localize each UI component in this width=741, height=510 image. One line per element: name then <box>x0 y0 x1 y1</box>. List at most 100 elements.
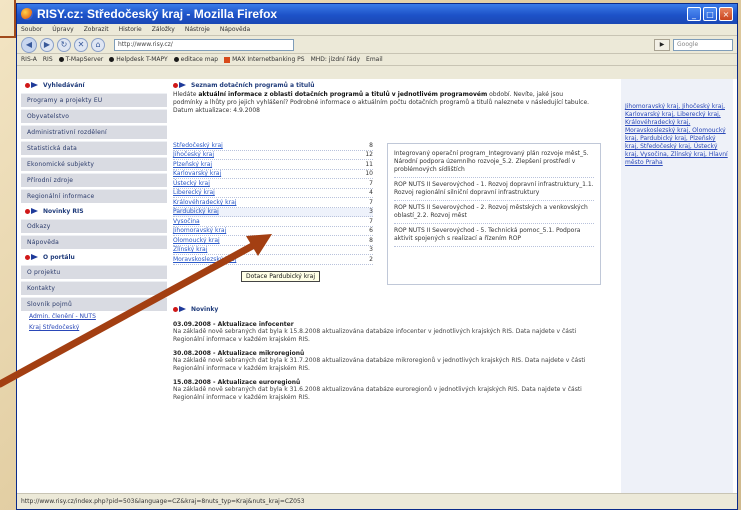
sidebar-item[interactable]: Programy a projekty EU <box>21 93 167 107</box>
status-bar: http://www.risy.cz/index.php?pid=503&lan… <box>17 493 737 509</box>
intro-text: Hledáte aktuální informace z oblasti dot… <box>173 91 593 107</box>
region-link[interactable]: Moravskoslezský kraj <box>173 256 357 263</box>
region-row-highlighted: Pardubický kraj 3 <box>173 207 373 217</box>
menu-bar: Soubor Úpravy Zobrazit Historie Záložky … <box>17 24 737 36</box>
maximize-button[interactable]: □ <box>703 7 717 21</box>
bookmark-item[interactable]: MHD: jízdní řády <box>311 56 360 63</box>
news-item-title: 03.09.2008 - Aktualizace infocenter <box>173 321 294 328</box>
slide-frame-line-horizontal <box>0 36 14 38</box>
page-content: Vyhledávání Programy a projekty EU Obyva… <box>17 79 737 493</box>
region-row: Olomoucký kraj 8 <box>173 236 373 246</box>
region-link[interactable]: Pardubický kraj <box>173 208 357 215</box>
link-tooltip: Dotace Pardubický kraj <box>241 271 320 282</box>
news-item-text: Na základě nově sebraných dat byla k 15.… <box>173 328 577 343</box>
menu-edit[interactable]: Úpravy <box>52 26 73 33</box>
arrow-bullet-icon <box>25 253 39 261</box>
region-row: Jihočeský kraj 12 <box>173 151 373 160</box>
sidebar-section-header: Vyhledávání <box>21 79 167 91</box>
menu-view[interactable]: Zobrazit <box>84 26 109 33</box>
region-link[interactable]: Zlínský kraj <box>173 246 357 253</box>
region-row: Vysočina 7 <box>173 217 373 227</box>
bookmark-label: MAX Internetbanking PS <box>232 56 305 63</box>
menu-help[interactable]: Nápověda <box>220 26 250 33</box>
region-row: Plzeňský kraj 11 <box>173 160 373 170</box>
region-row: Ústecký kraj 7 <box>173 179 373 189</box>
menu-bookmarks[interactable]: Záložky <box>152 26 175 33</box>
bookmark-label: Helpdesk T-MAPY <box>116 56 168 63</box>
menu-file[interactable]: Soubor <box>21 26 42 33</box>
forward-button[interactable]: ▶ <box>40 37 54 52</box>
region-row: Moravskoslezský kraj 2 <box>173 255 373 265</box>
sidebar-item[interactable]: Administrativní rozdělení <box>21 125 167 139</box>
region-link[interactable]: Středočeský kraj <box>173 142 357 149</box>
region-count: 7 <box>369 198 373 206</box>
sidebar-link[interactable]: Admin. členění - NUTS <box>21 313 167 324</box>
sidebar-section-title: O portálu <box>43 253 75 261</box>
sidebar-item[interactable]: Přírodní zdroje <box>21 173 167 187</box>
region-link[interactable]: Královéhradecký kraj <box>173 199 357 206</box>
arrow-bullet-icon <box>25 81 39 89</box>
sidebar-item[interactable]: Kontakty <box>21 281 167 295</box>
region-row: Královéhradecký kraj 7 <box>173 198 373 208</box>
menu-tools[interactable]: Nástroje <box>185 26 210 33</box>
sidebar-section-header: O portálu <box>21 251 167 263</box>
intro-bold: aktuální informace z oblasti dotačních p… <box>198 91 488 98</box>
sidebar-item[interactable]: Statistická data <box>21 141 167 155</box>
region-link[interactable]: Jihočeský kraj <box>173 151 357 158</box>
sidebar-section-title: Vyhledávání <box>43 81 85 89</box>
region-link[interactable]: Liberecký kraj <box>173 189 357 196</box>
main-content: Seznam dotačních programů a titulů Hledá… <box>173 79 609 493</box>
sidebar-link[interactable]: Kraj Středočeský <box>21 324 167 335</box>
close-button[interactable]: × <box>719 7 733 21</box>
region-link[interactable]: Jihomoravský kraj <box>173 227 357 234</box>
program-item: Integrovaný operační program_Integrovaný… <box>394 147 594 178</box>
back-button[interactable]: ◀ <box>21 36 37 53</box>
program-box: Integrovaný operační program_Integrovaný… <box>387 143 601 285</box>
bookmark-item[interactable]: editace map <box>173 56 218 63</box>
address-bar[interactable]: http://www.risy.cz/ <box>114 38 294 51</box>
bookmark-item[interactable]: T-MapServer <box>58 56 103 63</box>
region-links-list[interactable]: Jihomoravský kraj, Jihočeský kraj, Karlo… <box>625 103 729 167</box>
region-list: Středočeský kraj 8 Jihočeský kraj 12 Plzeň… <box>173 141 373 265</box>
sidebar-item[interactable]: O projektu <box>21 265 167 279</box>
window-controls: _ □ × <box>687 7 733 21</box>
news-item-text: Na základě nově sebraných dat byla k 31.… <box>173 386 582 401</box>
sidebar-item[interactable]: Slovník pojmů <box>21 297 167 311</box>
region-link[interactable]: Olomoucký kraj <box>173 237 357 244</box>
bookmark-item[interactable]: Helpdesk T-MAPY <box>109 56 168 63</box>
sidebar-item[interactable]: Odkazy <box>21 219 167 233</box>
region-count: 8 <box>369 141 373 149</box>
menu-history[interactable]: Historie <box>119 26 142 33</box>
bookmarks-toolbar: RIS-A RIS T-MapServer Helpdesk T-MAPY ed… <box>17 54 737 66</box>
sidebar-item[interactable]: Obyvatelstvo <box>21 109 167 123</box>
sidebar-item[interactable]: Ekonomické subjekty <box>21 157 167 171</box>
region-count: 12 <box>365 151 373 159</box>
reload-button[interactable]: ↻ <box>57 37 71 52</box>
region-link[interactable]: Ústecký kraj <box>173 180 357 187</box>
sidebar-section-title: Novinky RIS <box>43 207 84 215</box>
home-button[interactable]: ⌂ <box>91 37 105 52</box>
arrow-bullet-icon <box>173 305 187 313</box>
region-count: 3 <box>369 246 373 254</box>
bookmark-item[interactable]: Email <box>366 56 383 63</box>
stop-button[interactable]: ✕ <box>74 37 88 52</box>
url-text: http://www.risy.cz/ <box>118 41 173 48</box>
region-link[interactable]: Plzeňský kraj <box>173 161 357 168</box>
bookmark-item[interactable]: MAX Internetbanking PS <box>224 56 305 63</box>
minimize-button[interactable]: _ <box>687 7 701 21</box>
region-row: Liberecký kraj 4 <box>173 189 373 198</box>
sidebar-item[interactable]: Regionální informace <box>21 189 167 203</box>
region-link[interactable]: Vysočina <box>173 218 357 225</box>
bookmark-item[interactable]: RIS <box>43 56 53 63</box>
bookmark-item[interactable]: RIS-A <box>21 56 37 63</box>
title-bar: RISY.cz: Středočeský kraj - Mozilla Fire… <box>17 4 737 24</box>
region-count: 2 <box>369 255 373 263</box>
search-input[interactable]: Google <box>673 38 733 51</box>
go-button[interactable]: ▶ <box>654 38 670 51</box>
region-count: 3 <box>369 208 373 216</box>
region-link[interactable]: Karlovarský kraj <box>173 170 357 177</box>
sidebar-item[interactable]: Nápověda <box>21 235 167 249</box>
right-column: Jihomoravský kraj, Jihočeský kraj, Karlo… <box>621 79 733 493</box>
news-item-title: 30.08.2008 - Aktualizace mikroregionů <box>173 350 305 357</box>
bookmark-square-icon <box>224 56 231 63</box>
